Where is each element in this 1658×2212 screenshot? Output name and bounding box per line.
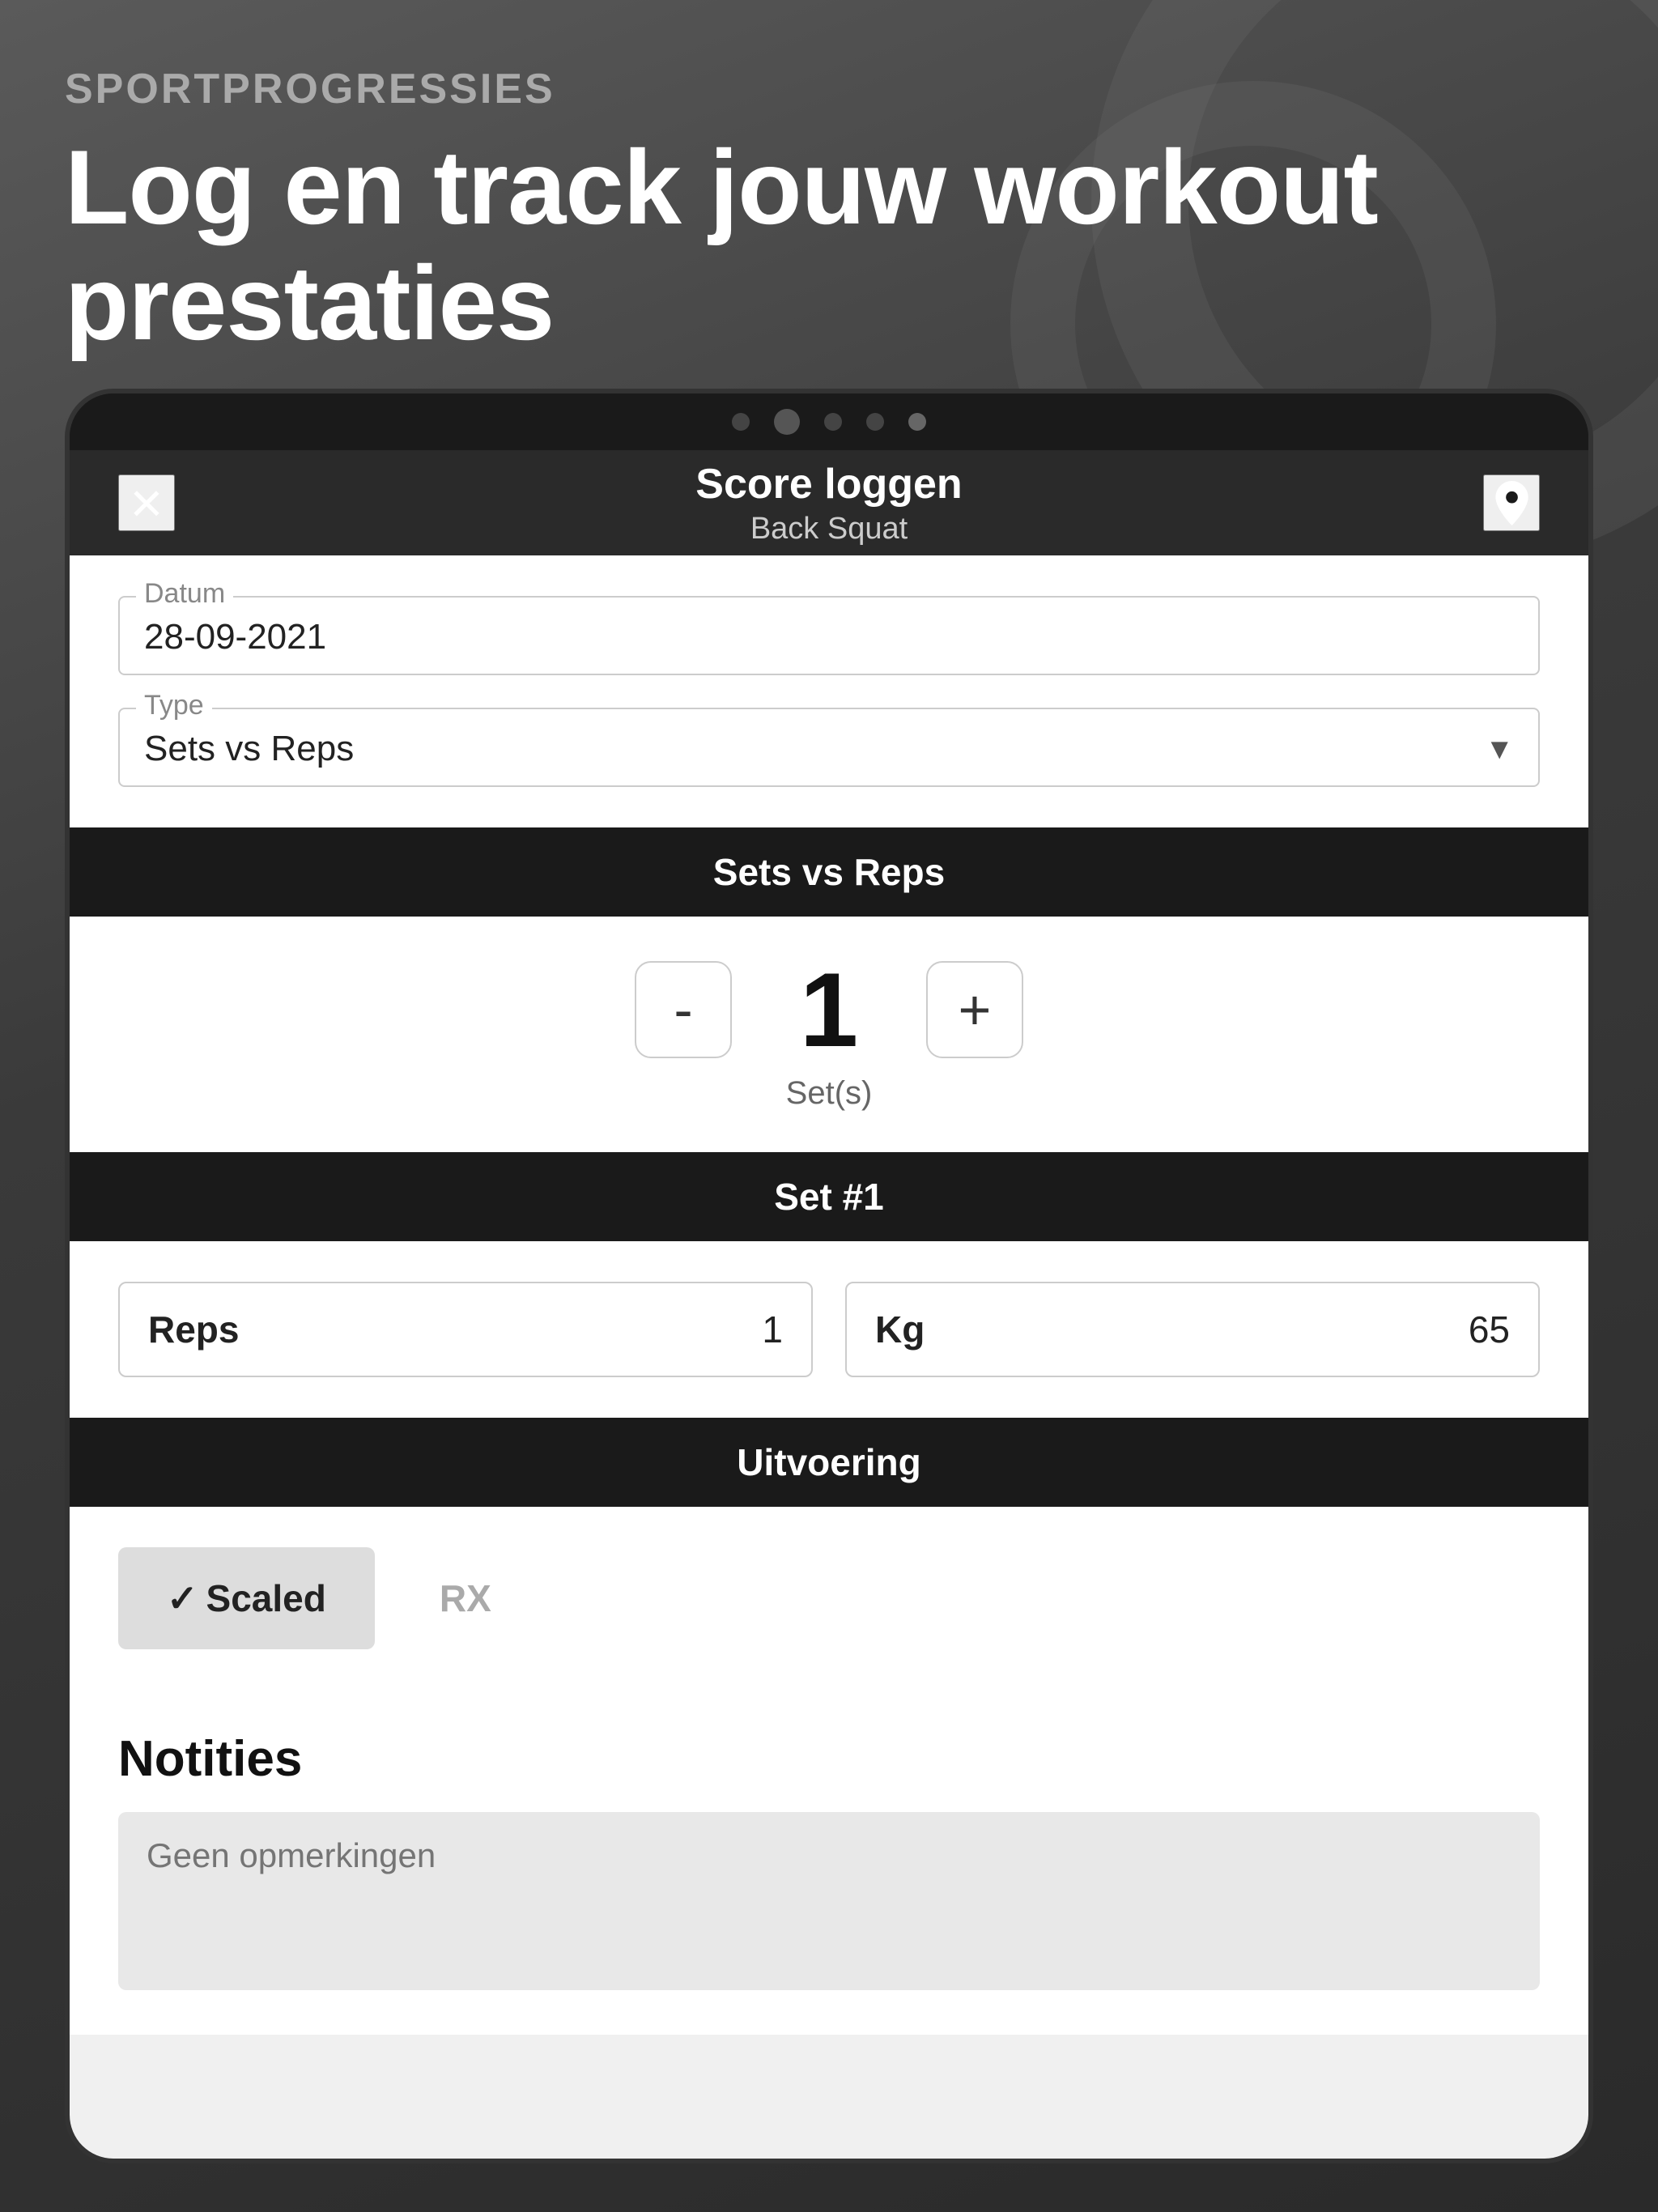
sets-vs-reps-header: Sets vs Reps [70,827,1588,917]
datum-value: 28-09-2021 [144,610,1514,657]
sets-unit-label: Set(s) [786,1075,873,1112]
set-detail-section: Reps 1 Kg 65 [70,1241,1588,1418]
header-subtitle: SPORTPROGRESSIES [65,65,1593,113]
notities-textarea[interactable] [118,1812,1540,1990]
plus-icon: + [959,977,992,1042]
scaled-button[interactable]: ✓Scaled [118,1547,375,1649]
scaled-label: Scaled [206,1577,326,1619]
rx-label: RX [440,1577,491,1619]
kg-field[interactable]: Kg 65 [845,1282,1540,1377]
type-label: Type [136,690,212,721]
sets-count-value: 1 [780,957,878,1062]
type-value: Sets vs Reps [144,729,354,769]
header-area: SPORTPROGRESSIES Log en track jouw worko… [65,65,1593,361]
counter-row: - 1 + [635,957,1023,1062]
datum-label: Datum [136,578,233,610]
camera-dot-1 [732,413,750,431]
reps-value: 1 [762,1308,783,1351]
notities-section: Notities [70,1690,1588,2035]
close-icon: × [130,474,164,531]
camera-dot-5 [908,413,926,431]
form-card: Datum 28-09-2021 Type Sets vs Reps ▼ [70,555,1588,827]
location-button[interactable] [1483,474,1540,531]
camera-dot-3 [824,413,842,431]
close-button[interactable]: × [118,474,175,531]
nav-center: Score loggen Back Squat [695,460,962,547]
set1-header: Set #1 [70,1152,1588,1241]
sets-vs-reps-label: Sets vs Reps [713,851,945,893]
check-icon: ✓ [167,1577,198,1619]
minus-icon: - [674,977,692,1042]
set1-label: Set #1 [774,1176,884,1218]
type-dropdown[interactable]: Sets vs Reps ▼ [144,722,1514,769]
reps-label: Reps [148,1308,239,1351]
location-icon [1490,481,1534,525]
app-content: × Score loggen Back Squat Datum 28-09-20… [70,450,1588,2159]
reps-field[interactable]: Reps 1 [118,1282,813,1377]
nav-title: Score loggen [695,460,962,508]
increment-sets-button[interactable]: + [926,961,1023,1058]
rx-button[interactable]: RX [391,1547,540,1649]
device-frame: × Score loggen Back Squat Datum 28-09-20… [65,389,1593,2163]
dropdown-arrow-icon: ▼ [1485,732,1514,766]
header-title: Log en track jouw workout prestaties [65,130,1593,361]
camera-dot-2 [774,409,800,435]
reps-kg-row: Reps 1 Kg 65 [118,1282,1540,1377]
scroll-content[interactable]: Datum 28-09-2021 Type Sets vs Reps ▼ Set… [70,555,1588,2159]
uitvoering-section: ✓Scaled RX [70,1507,1588,1690]
uitvoering-buttons: ✓Scaled RX [118,1547,1540,1649]
nav-bar: × Score loggen Back Squat [70,450,1588,555]
notities-title: Notities [118,1730,1540,1788]
kg-value: 65 [1469,1308,1510,1351]
uitvoering-label: Uitvoering [737,1441,920,1483]
nav-subtitle: Back Squat [695,512,962,547]
sets-counter-section: - 1 + Set(s) [70,917,1588,1152]
camera-bar [70,393,1588,450]
camera-dot-4 [866,413,884,431]
decrement-sets-button[interactable]: - [635,961,732,1058]
datum-field[interactable]: Datum 28-09-2021 [118,596,1540,675]
uitvoering-header: Uitvoering [70,1418,1588,1507]
type-field[interactable]: Type Sets vs Reps ▼ [118,708,1540,787]
kg-label: Kg [875,1308,925,1351]
